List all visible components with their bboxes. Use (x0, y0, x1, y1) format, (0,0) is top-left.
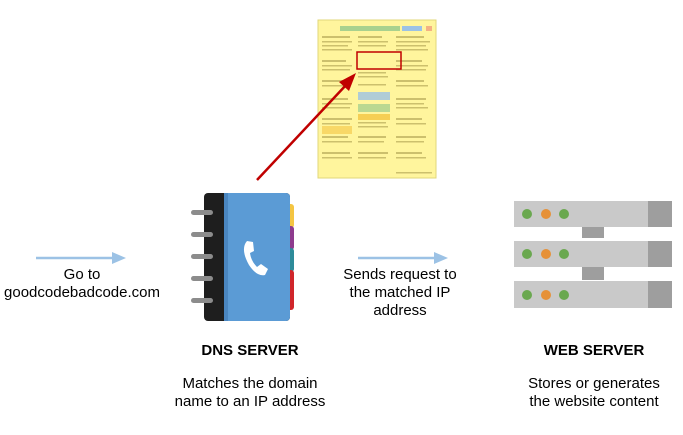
dns-server-description: Matches the domain name to an IP address (170, 375, 330, 411)
dns-server-title: DNS SERVER (201, 342, 299, 359)
client-label-line1: Go to (63, 266, 101, 283)
zone-file-document-icon (317, 19, 437, 179)
web-server-title: WEB SERVER (543, 342, 645, 359)
web-desc-line2: the website content (529, 393, 659, 410)
dns-desc-line1: Matches the domain (182, 375, 318, 392)
server-rack-icon (514, 201, 672, 308)
request-label: Sends request to the matched IP address (330, 266, 470, 320)
dns-desc-line2: name to an IP address (174, 393, 326, 410)
forward-request-arrow (358, 252, 448, 264)
web-server-description: Stores or generates the website content (514, 375, 674, 411)
request-label-line1: Sends request to (343, 266, 457, 283)
client-label-line2: goodcodebadcode.com (4, 284, 160, 301)
phone-book-icon (191, 193, 294, 321)
request-label-line2: the matched IP (349, 284, 451, 301)
request-label-line3: address (373, 302, 427, 319)
diagram-canvas (36, 19, 672, 321)
client-label: Go to goodcodebadcode.com (0, 266, 164, 302)
client-request-arrow (36, 252, 126, 264)
web-desc-line1: Stores or generates (528, 375, 660, 392)
